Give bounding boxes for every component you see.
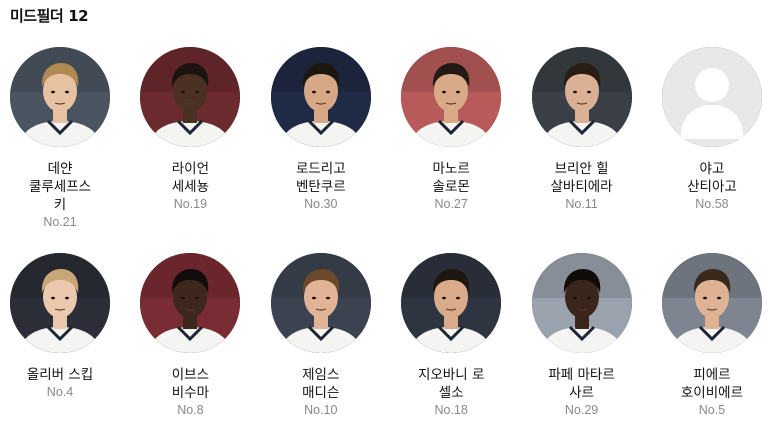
player-name[interactable]: 데얀 쿨루세프스 키 [5,160,115,214]
player-avatar[interactable] [661,47,762,147]
player-photo [10,253,110,353]
player-row-2: 올리버 스킵 No.4 이브스 비수마 No.8 제임스 매디슨 No.10 지오바니 로 … [0,253,772,443]
player-grid: 데얀 쿨루세프스 키 No.21 라이언 세세뇽 No.19 로드리고 벤탄쿠르 No.3… [0,47,772,443]
player-card[interactable]: 브리안 힐 살바티에라 No.11 [530,47,634,253]
player-photo [401,253,502,353]
player-photo [661,253,762,353]
player-number: No.29 [564,403,599,417]
player-name[interactable]: 지오바니 로 셀소 [396,366,506,402]
section-title-label: 미드필더 [10,7,64,25]
player-name[interactable]: 제임스 매디슨 [266,366,376,402]
player-row-1: 데얀 쿨루세프스 키 No.21 라이언 세세뇽 No.19 로드리고 벤탄쿠르 No.3… [0,47,772,253]
player-number: No.30 [304,197,338,211]
player-card[interactable]: 지오바니 로 셀소 No.18 [399,253,503,443]
player-card[interactable]: 라이언 세세뇽 No.19 [138,47,242,253]
player-number: No.5 [698,403,726,417]
player-photo [401,47,502,147]
player-photo [270,253,371,353]
player-card[interactable]: 데얀 쿨루세프스 키 No.21 [8,47,112,253]
player-avatar[interactable] [270,253,371,353]
player-avatar[interactable] [531,253,632,353]
player-name[interactable]: 로드리고 벤탄쿠르 [266,160,376,196]
player-number: No.10 [304,403,338,417]
player-number: No.19 [173,197,208,211]
player-card[interactable]: 마노르 솔로몬 No.27 [399,47,503,253]
section-player-count: 12 [68,7,89,25]
player-card[interactable]: 제임스 매디슨 No.10 [269,253,373,443]
player-card[interactable]: 파페 마타르 사르 No.29 [530,253,634,443]
player-name[interactable]: 라이언 세세뇽 [135,160,245,196]
player-avatar[interactable] [401,253,502,353]
player-card[interactable]: 로드리고 벤탄쿠르 No.30 [269,47,373,253]
player-number: No.58 [695,197,729,211]
player-name[interactable]: 이브스 비수마 [135,366,245,402]
player-number: No.18 [434,403,468,417]
section-title: 미드필더 12 [10,5,89,26]
placeholder-avatar-icon [661,47,762,147]
player-avatar[interactable] [10,253,110,353]
player-avatar[interactable] [401,47,502,147]
player-photo [140,47,241,147]
player-card[interactable]: 이브스 비수마 No.8 [138,253,242,443]
player-name[interactable]: 브리안 힐 살바티에라 [527,160,637,196]
player-number: No.8 [177,403,204,417]
player-name[interactable]: 올리버 스킵 [5,366,115,384]
player-photo [270,47,371,147]
player-avatar[interactable] [140,47,241,147]
player-card[interactable]: 올리버 스킵 No.4 [8,253,112,443]
player-name[interactable]: 야고 산티아고 [657,160,767,196]
player-avatar[interactable] [270,47,371,147]
player-name[interactable]: 파페 마타르 사르 [527,366,637,402]
player-number: No.11 [565,197,598,211]
player-photo [531,253,632,353]
player-number: No.4 [46,385,74,399]
player-card[interactable]: 피에르 호이비에르 No.5 [660,253,764,443]
player-photo [531,47,632,147]
player-avatar[interactable] [661,253,762,353]
player-name[interactable]: 피에르 호이비에르 [657,366,767,402]
player-name[interactable]: 마노르 솔로몬 [396,160,506,196]
player-number: No.27 [434,197,468,211]
player-photo [140,253,241,353]
player-number: No.21 [43,215,77,229]
player-avatar[interactable] [10,47,110,147]
player-photo [10,47,110,147]
player-avatar[interactable] [531,47,632,147]
player-avatar[interactable] [140,253,241,353]
player-card[interactable]: 야고 산티아고 No.58 [660,47,764,253]
